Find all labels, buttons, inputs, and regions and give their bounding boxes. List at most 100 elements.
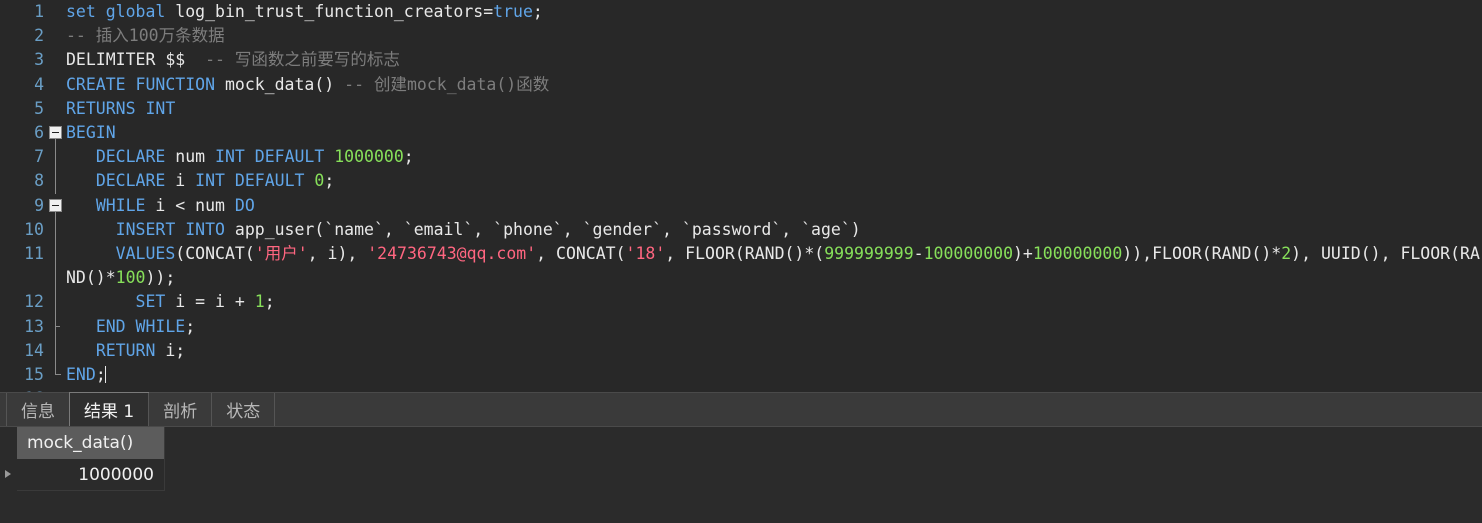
token-num: 100 xyxy=(115,268,146,288)
code-line[interactable]: 16 xyxy=(0,387,1482,392)
code-line[interactable]: 15 END; xyxy=(0,363,1482,387)
code-text[interactable]: SET i = i + 1; xyxy=(64,290,1482,314)
line-number: 2 xyxy=(34,26,44,46)
code-area[interactable]: 1 set global log_bin_trust_function_creat… xyxy=(0,0,1482,392)
fold-column[interactable] xyxy=(46,387,64,392)
line-number: 4 xyxy=(34,74,44,94)
token-kw: set global xyxy=(66,2,166,21)
line-number: 7 xyxy=(34,147,44,167)
code-text[interactable]: set global log_bin_trust_function_creato… xyxy=(64,0,1482,24)
line-number: 3 xyxy=(34,50,44,70)
fold-column[interactable] xyxy=(46,194,64,218)
fold-column[interactable] xyxy=(46,242,64,291)
code-text[interactable]: RETURNS INT xyxy=(64,97,1482,121)
sql-editor[interactable]: 1 set global log_bin_trust_function_creat… xyxy=(0,0,1482,392)
fold-collapse-icon[interactable] xyxy=(49,198,62,212)
token-num: 2 xyxy=(1281,244,1292,264)
fold-guide-line xyxy=(55,217,56,243)
code-text[interactable]: -- 插入100万条数据 xyxy=(64,24,1482,48)
code-line[interactable]: 10 INSERT INTO app_user(`name`, `email`,… xyxy=(0,217,1482,243)
fold-column[interactable] xyxy=(46,217,64,243)
token-kw: END xyxy=(66,365,96,385)
code-text[interactable]: CREATE FUNCTION mock_data() -- 创建mock_da… xyxy=(64,73,1482,97)
token-str: '24736743@qq.com' xyxy=(367,244,537,264)
fold-column[interactable] xyxy=(46,0,64,24)
tab-2[interactable]: 剖析 xyxy=(148,393,213,426)
fold-column[interactable] xyxy=(46,338,64,364)
code-text[interactable]: RETURN i; xyxy=(64,339,1482,363)
play-triangle-icon xyxy=(5,470,11,478)
tab-0[interactable]: 信息 xyxy=(6,393,70,426)
token-num: 1000000 xyxy=(334,147,404,167)
token-pln: i xyxy=(165,171,196,191)
line-number: 12 xyxy=(24,292,44,312)
code-line[interactable]: 12 SET i = i + 1; xyxy=(0,290,1482,315)
code-text[interactable]: END WHILE; xyxy=(64,315,1482,339)
code-line[interactable]: 13 END WHILE; xyxy=(0,314,1482,339)
token-kw: END WHILE xyxy=(95,316,186,336)
code-text[interactable]: INSERT INTO app_user(`name`, `email`, `p… xyxy=(64,218,1482,242)
result-tab-bar[interactable]: 信息 结果 1 剖析 状态 xyxy=(0,392,1482,426)
token-pln: ; xyxy=(324,171,335,191)
code-line[interactable]: 5 RETURNS INT xyxy=(0,97,1482,121)
token-pln: DELIMITER $$ xyxy=(66,50,206,70)
code-line[interactable]: 3 DELIMITER $$ -- 写函数之前要写的标志 xyxy=(0,48,1482,72)
token-pln: ; xyxy=(185,316,196,336)
token-pln xyxy=(66,147,96,166)
code-line[interactable]: 14 RETURN i; xyxy=(0,338,1482,364)
code-text[interactable]: WHILE i < num DO xyxy=(64,194,1482,218)
code-text[interactable]: VALUES(CONCAT('用户', i), '24736743@qq.com… xyxy=(64,242,1482,290)
code-line[interactable]: 4 CREATE FUNCTION mock_data() -- 创建mock_d… xyxy=(0,73,1482,97)
token-kw: BEGIN xyxy=(66,123,116,143)
table-row[interactable]: 1000000 xyxy=(0,459,1482,491)
fold-column[interactable] xyxy=(46,363,64,387)
result-column-header[interactable]: mock_data() xyxy=(17,427,165,459)
tab-3[interactable]: 状态 xyxy=(211,393,276,426)
token-cmt: -- 写函数之前要写的标志 xyxy=(205,50,400,70)
token-pln xyxy=(324,147,334,166)
token-pln: i < num xyxy=(145,195,235,215)
token-pln xyxy=(66,220,116,239)
token-kw: WHILE xyxy=(95,195,146,215)
code-text[interactable]: DECLARE i INT DEFAULT 0; xyxy=(64,169,1482,193)
code-text[interactable]: BEGIN xyxy=(64,121,1482,145)
code-line[interactable]: 6 BEGIN xyxy=(0,121,1482,146)
code-line[interactable]: 1 set global log_bin_trust_function_creat… xyxy=(0,0,1482,24)
token-kw: VALUES xyxy=(115,244,176,264)
token-pln xyxy=(304,171,314,190)
fold-column[interactable] xyxy=(46,169,64,194)
result-grid[interactable]: mock_data() 1000000 xyxy=(0,426,1482,523)
fold-column[interactable] xyxy=(46,48,64,72)
token-pln: i = i + xyxy=(165,292,255,312)
token-kw: RETURN xyxy=(95,340,156,360)
fold-column[interactable] xyxy=(46,121,64,146)
code-text[interactable]: END; xyxy=(64,363,1482,387)
result-cell[interactable]: 1000000 xyxy=(17,459,165,491)
code-line[interactable]: 7 DECLARE num INT DEFAULT 1000000; xyxy=(0,145,1482,170)
code-text[interactable]: DECLARE num INT DEFAULT 1000000; xyxy=(64,145,1482,169)
code-line[interactable]: 9 WHILE i < num DO xyxy=(0,194,1482,218)
token-pln xyxy=(66,292,136,311)
token-str: '用户' xyxy=(254,244,308,264)
line-number: 1 xyxy=(34,2,44,21)
token-kw: INSERT INTO xyxy=(115,219,225,239)
fold-column[interactable] xyxy=(46,145,64,170)
code-line[interactable]: 11 VALUES(CONCAT('用户', i), '24736743@qq.… xyxy=(0,242,1482,291)
line-number: 11 xyxy=(24,244,44,264)
code-text[interactable]: DELIMITER $$ -- 写函数之前要写的标志 xyxy=(64,48,1482,72)
fold-collapse-icon[interactable] xyxy=(49,126,62,140)
code-line[interactable]: 8 DECLARE i INT DEFAULT 0; xyxy=(0,169,1482,194)
code-line[interactable]: 2 -- 插入100万条数据 xyxy=(0,24,1482,48)
fold-column[interactable] xyxy=(46,97,64,121)
tab-1[interactable]: 结果 1 xyxy=(69,392,150,426)
fold-column[interactable] xyxy=(46,24,64,48)
fold-column[interactable] xyxy=(46,290,64,315)
fold-column[interactable] xyxy=(46,73,64,97)
row-selector[interactable] xyxy=(0,459,17,491)
token-cmt: -- 插入100万条数据 xyxy=(66,26,225,46)
token-num: 999999999 xyxy=(824,244,914,264)
token-pln: ; xyxy=(532,2,543,21)
fold-column[interactable] xyxy=(46,314,64,339)
tab-label: 状态 xyxy=(226,402,261,422)
row-header-corner xyxy=(0,427,17,459)
